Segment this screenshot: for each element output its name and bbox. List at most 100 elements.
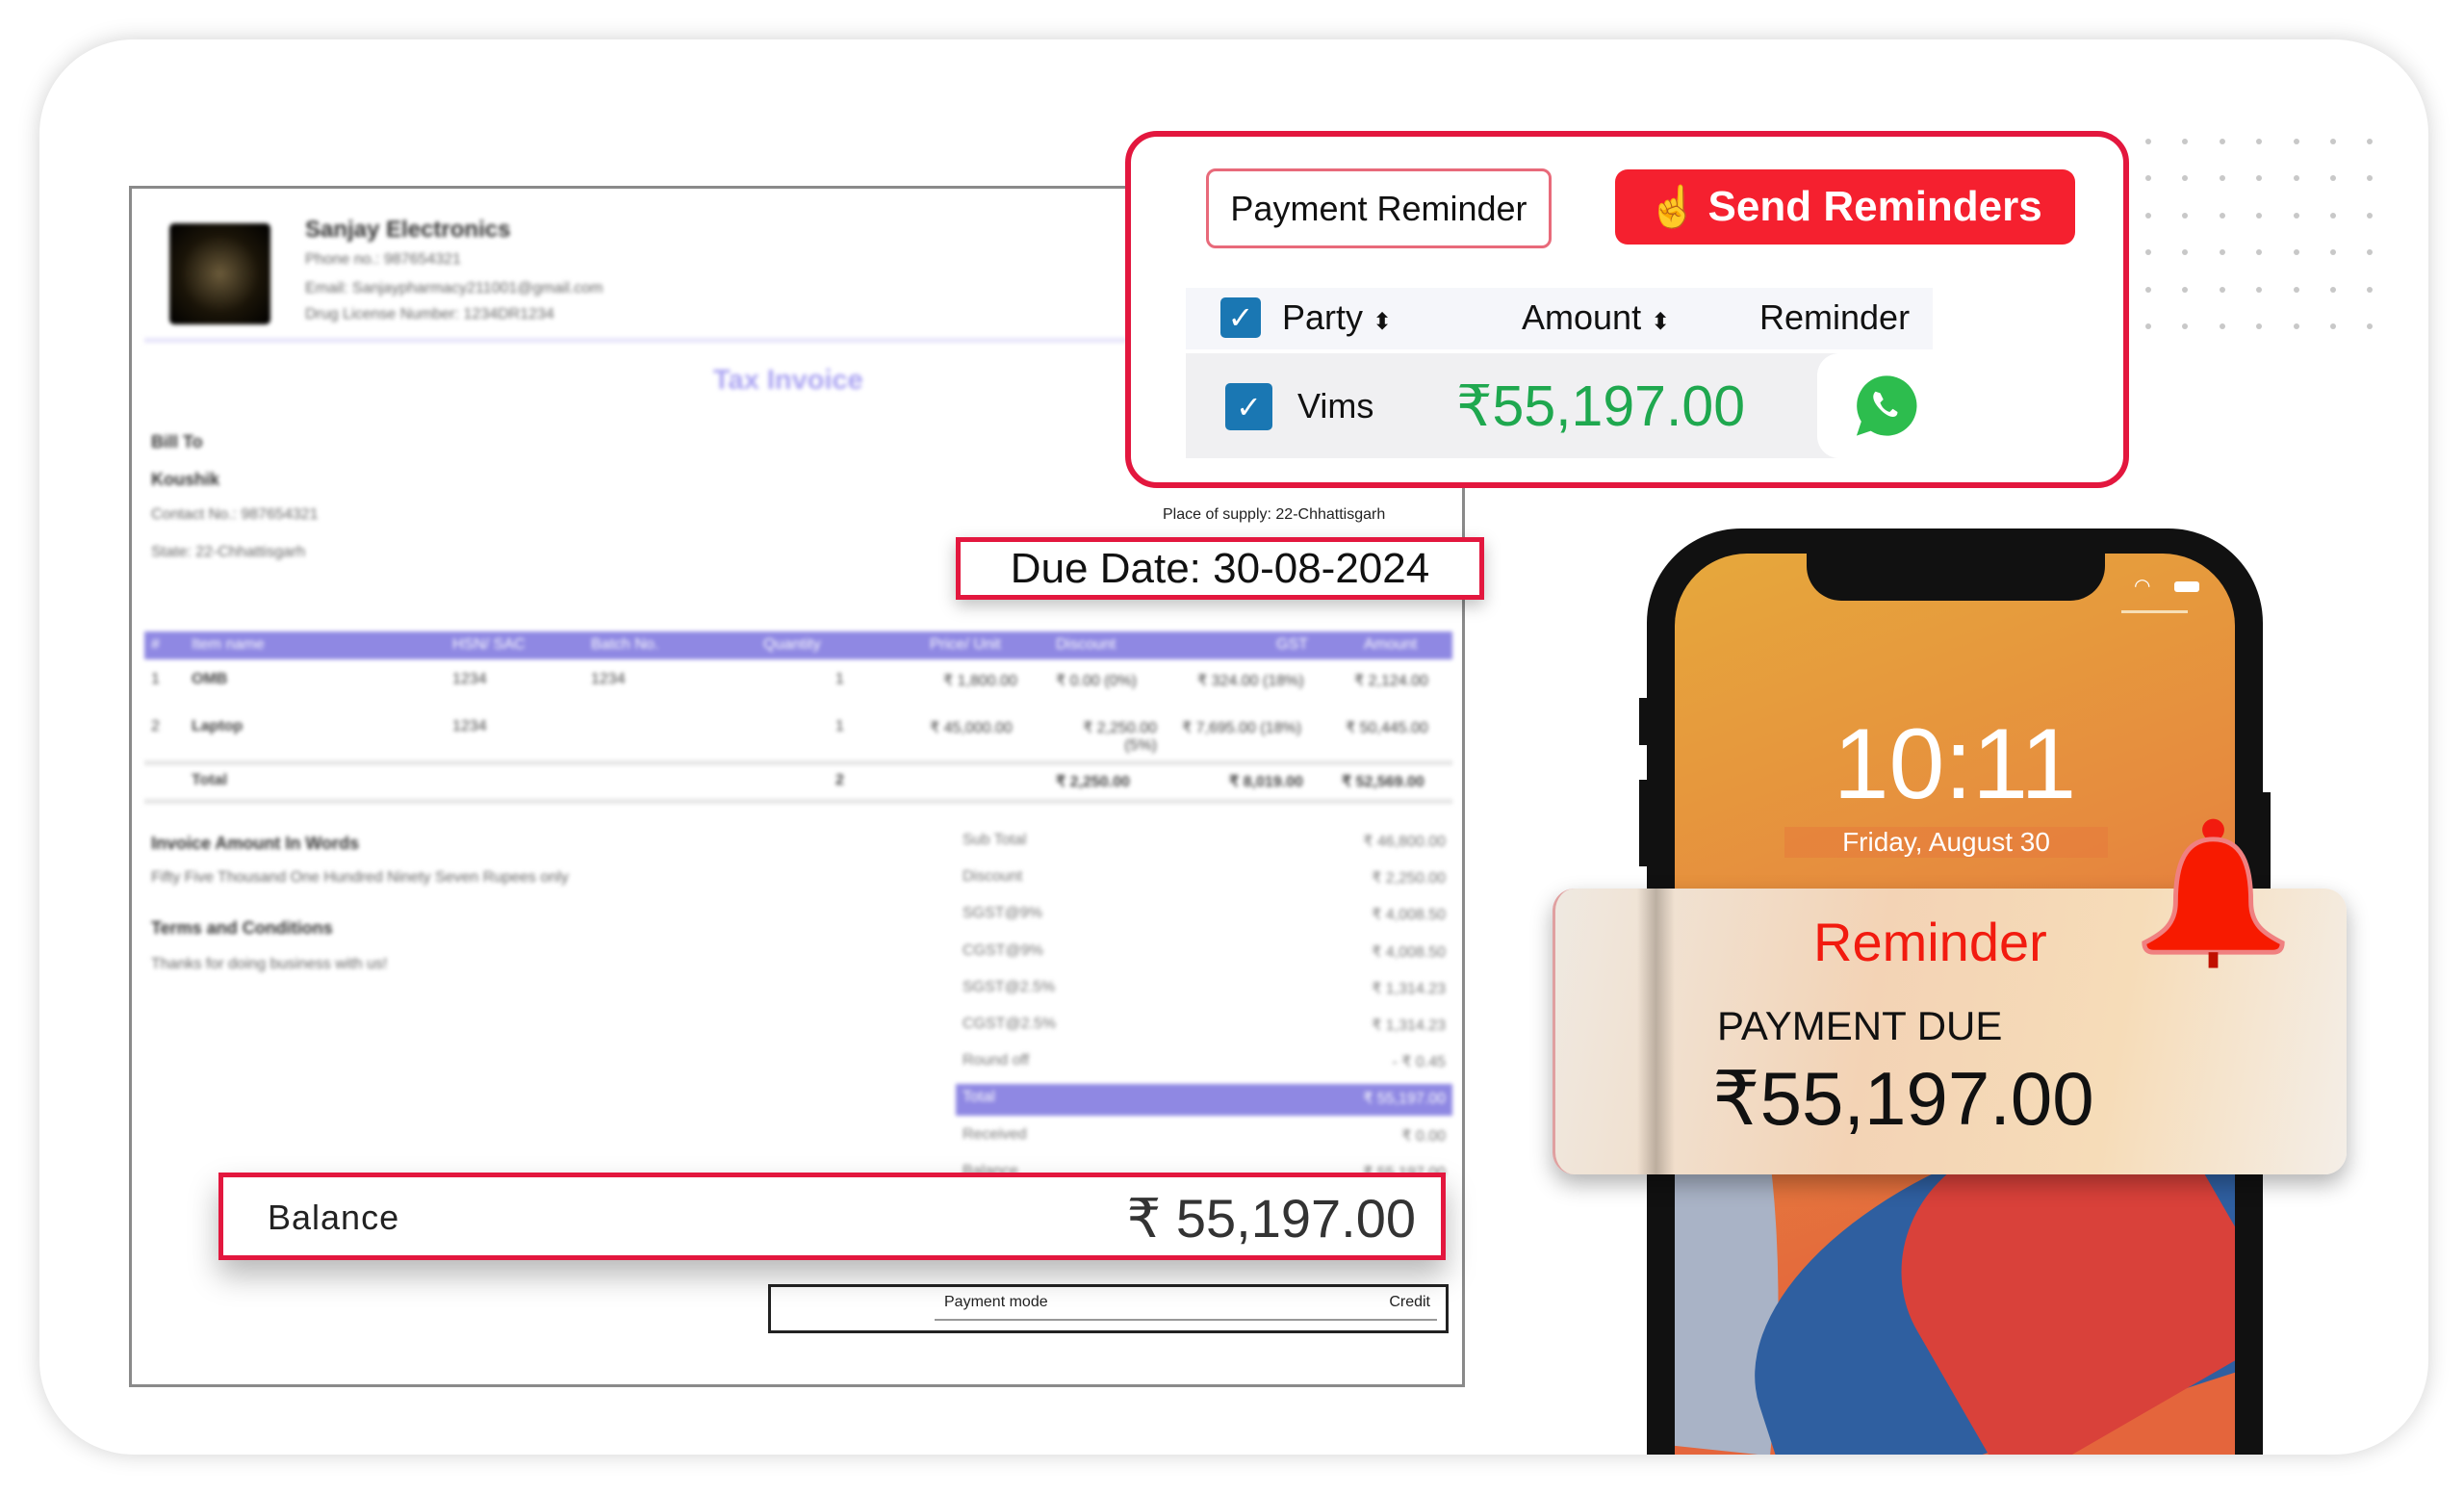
decorative-dot: [2145, 212, 2151, 219]
summary-value: ₹ 55,197.00: [1363, 1091, 1446, 1108]
summary-label: Received: [962, 1125, 1027, 1143]
send-reminders-label: Send Reminders: [1707, 183, 2042, 230]
decorative-dot: [2367, 323, 2374, 329]
company-license: Drug License Number: 1234DR1234: [305, 306, 554, 322]
company-email: Email: Sanjaypharmacy211001@gmail.com: [305, 280, 603, 296]
payment-mode-underline: [935, 1319, 1437, 1321]
summary-value: ₹ 2,250.00: [1372, 870, 1446, 888]
decorative-dot: [2293, 286, 2299, 293]
summary-label: Round off: [962, 1052, 1030, 1070]
table-divider: [144, 799, 1452, 804]
invoice-title: Tax Invoice: [713, 365, 863, 396]
company-phone: Phone no.: 987654321: [305, 251, 461, 268]
decorative-dot: [2219, 175, 2225, 182]
decorative-dot: [2330, 175, 2336, 182]
col-amount: Amount: [1364, 636, 1418, 653]
summary-row: CGST@2.5% ₹ 1,314.23: [956, 1011, 1452, 1043]
decorative-dot: [2367, 286, 2374, 293]
balance-label: Balance: [268, 1198, 400, 1237]
col-party[interactable]: Party ⬍: [1282, 297, 1392, 338]
bill-to-label: Bill To: [151, 432, 203, 451]
summary-row: SGST@9% ₹ 4,008.50: [956, 900, 1452, 932]
payment-mode-label: Payment mode: [944, 1294, 1048, 1310]
decorative-dot: [2145, 139, 2151, 144]
col-reminder: Reminder: [1759, 297, 1911, 337]
col-batch: Batch No.: [591, 636, 659, 653]
col-qty: Quantity: [763, 636, 821, 653]
payment-reminder-button[interactable]: Payment Reminder: [1206, 168, 1552, 248]
summary-label: CGST@2.5%: [962, 1016, 1057, 1032]
decorative-dot: [2330, 212, 2336, 219]
decorative-dot: [2367, 175, 2374, 182]
table-row: 1 OMB 1234 1234 1 ₹ 1,800.00 ₹ 0.00 (0%) ₹ 324.…: [151, 671, 1428, 689]
col-amount[interactable]: Amount ⬍: [1522, 297, 1670, 338]
decorative-dot: [2182, 175, 2189, 182]
terms-label: Terms and Conditions: [151, 918, 333, 938]
summary-value: ₹ 1,314.23: [1372, 1018, 1446, 1034]
status-line: [2121, 610, 2188, 613]
company-name: Sanjay Electronics: [305, 217, 511, 243]
decorative-dot: [2256, 323, 2263, 329]
page: Sanjay Electronics Phone no.: 987654321 …: [0, 0, 2464, 1495]
wifi-icon: ◠: [2134, 576, 2151, 597]
amount-words-label: Invoice Amount In Words: [151, 834, 360, 853]
decorative-dot: [2256, 139, 2263, 144]
place-of-supply: Place of supply: 22-Chhattisgarh: [1163, 506, 1386, 523]
phone-side-button: [1639, 780, 1649, 866]
decorative-dot: [2219, 139, 2225, 144]
notification-title: Reminder: [1813, 912, 2047, 972]
sort-icon: ⬍: [1373, 309, 1393, 335]
summary-row: SGST@2.5% ₹ 1,314.23: [956, 974, 1452, 1006]
battery-icon: [2174, 581, 2199, 592]
payment-reminder-panel: Payment Reminder ☝ Send Reminders ✓ Part…: [1125, 131, 2129, 488]
row-checkbox[interactable]: ✓: [1225, 383, 1272, 430]
decorative-dot: [2293, 212, 2299, 219]
select-all-checkbox[interactable]: ✓: [1220, 297, 1261, 338]
decorative-dot: [2293, 249, 2299, 256]
decorative-dot: [2182, 286, 2189, 293]
decorative-dot: [2145, 175, 2151, 182]
summary-row: Round off - ₹ 0.45: [956, 1047, 1452, 1079]
send-reminders-button[interactable]: ☝ Send Reminders: [1615, 169, 2075, 245]
decorative-dot: [2145, 249, 2151, 256]
decorative-dot: [2330, 323, 2336, 329]
glass-streak: [1637, 889, 1675, 1174]
lock-time: 10:11: [1833, 709, 2077, 820]
customer-state: State: 22-Chhattisgarh: [151, 544, 306, 560]
party-amount: ₹55,197.00: [1456, 374, 1746, 438]
decorative-dot: [2293, 323, 2299, 329]
table-row: 2 Laptop 1234 1 ₹ 45,000.00 ₹ 2,250.00 (5%) ₹ …: [151, 718, 1428, 754]
decorative-dot: [2330, 139, 2336, 144]
decorative-dot: [2219, 212, 2225, 219]
decorative-dot: [2256, 249, 2263, 256]
lock-date: Friday, August 30: [1784, 827, 2108, 858]
terms-text: Thanks for doing business with us!: [151, 956, 388, 972]
decorative-dot: [2256, 286, 2263, 293]
payment-mode-box: Payment mode Credit: [768, 1284, 1449, 1333]
summary-value: ₹ 1,314.23: [1372, 980, 1446, 997]
col-discount: Discount: [1056, 636, 1116, 653]
reminder-table-header: ✓ Party ⬍ Amount ⬍ Reminder: [1186, 288, 1933, 349]
decorative-dot-grid: [2145, 139, 2381, 334]
col-hsn: HSN/ SAC: [452, 636, 526, 653]
party-name: Vims: [1297, 386, 1374, 425]
notch: [1807, 554, 2105, 601]
col-price: Price/ Unit: [930, 636, 1001, 653]
table-divider: [144, 760, 1452, 765]
col-item: Item name: [192, 636, 265, 653]
col-index: #: [151, 636, 160, 653]
notification-subtitle: PAYMENT DUE: [1717, 1003, 2003, 1048]
decorative-dot: [2219, 286, 2225, 293]
decorative-dot: [2367, 249, 2374, 256]
decorative-dot: [2330, 249, 2336, 256]
decorative-dot: [2256, 212, 2263, 219]
summary-row: Total ₹ 55,197.00: [956, 1084, 1452, 1117]
whatsapp-button[interactable]: [1817, 353, 1933, 458]
summary-row: Sub Total ₹ 46,800.00: [956, 827, 1452, 859]
summary-value: ₹ 0.00: [1401, 1127, 1446, 1145]
decorative-dot: [2182, 139, 2189, 144]
summary-label: CGST@9%: [962, 941, 1043, 959]
decorative-dot: [2367, 139, 2374, 144]
hand-pointer-icon: ☝: [1648, 183, 1699, 229]
decorative-dot: [2145, 323, 2151, 329]
